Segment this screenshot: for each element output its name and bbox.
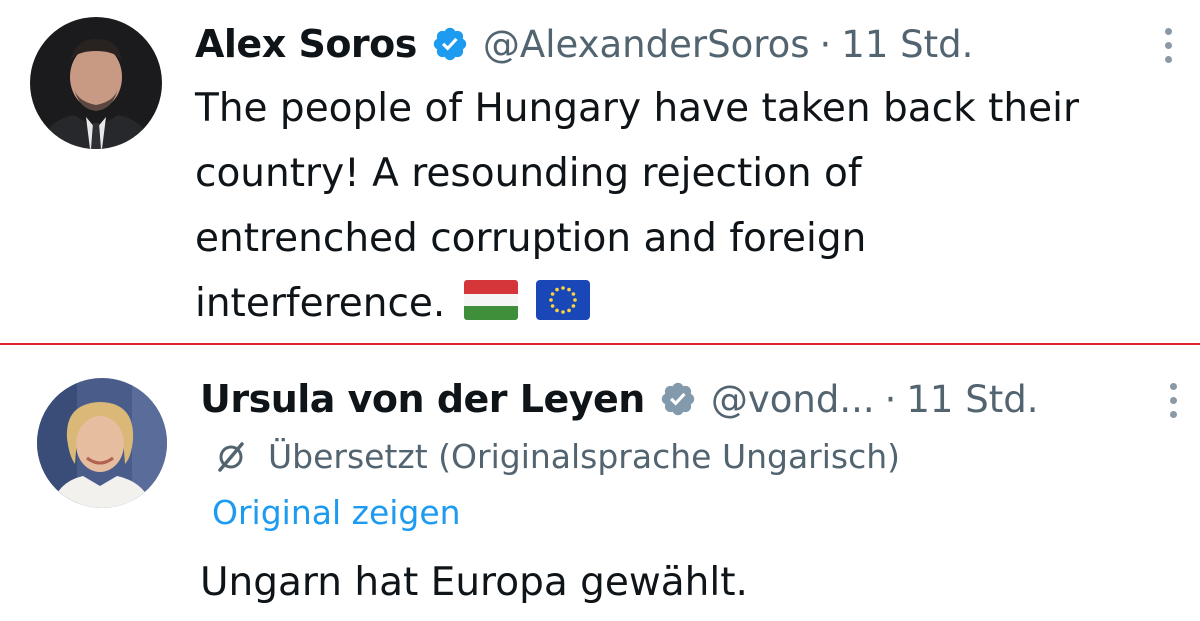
separator-dot: ·: [884, 377, 897, 421]
tweet-header: Ursula von der Leyen @vond... · 11 Std.: [200, 373, 1038, 425]
tweet-text-line: interference.: [195, 281, 446, 326]
tweet-header: Alex Soros @AlexanderSoros · 11 Std.: [195, 18, 973, 70]
author-handle[interactable]: @AlexanderSoros: [483, 23, 810, 66]
author-name[interactable]: Ursula von der Leyen: [200, 377, 645, 421]
tweet-text-line-last: interference.: [195, 271, 1195, 340]
tweet-text-line: country! A resounding rejection of: [195, 151, 862, 196]
verified-badge-icon: [431, 25, 469, 63]
author-handle[interactable]: @vond...: [711, 378, 875, 421]
translation-notice: Übersetzt (Originalsprache Ungarisch): [212, 437, 900, 476]
verified-badge-icon: [659, 380, 697, 418]
translate-icon: [212, 438, 250, 476]
show-original-link[interactable]: Original zeigen: [212, 493, 461, 532]
avatar[interactable]: [37, 378, 167, 508]
timestamp[interactable]: 11 Std.: [841, 23, 973, 66]
translation-notice-text: Übersetzt (Originalsprache Ungarisch): [268, 437, 901, 476]
tweet-ursula-von-der-leyen[interactable]: Ursula von der Leyen @vond... · 11 Std. …: [0, 345, 1200, 621]
separator-dot: ·: [819, 22, 832, 66]
author-name[interactable]: Alex Soros: [195, 22, 417, 66]
tweet-text: Ungarn hat Europa gewählt.: [200, 560, 748, 605]
avatar[interactable]: [30, 17, 162, 149]
tweet-alex-soros[interactable]: Alex Soros @AlexanderSoros · 11 Std. The…: [0, 0, 1200, 343]
tweet-text: The people of Hungary have taken back th…: [195, 76, 1195, 340]
tweet-text-line: entrenched corruption and foreign: [195, 216, 867, 261]
more-options-icon[interactable]: [1165, 28, 1175, 70]
more-options-icon[interactable]: [1170, 383, 1180, 425]
tweet-text-line: The people of Hungary have taken back th…: [195, 86, 1079, 131]
timestamp[interactable]: 11 Std.: [906, 378, 1038, 421]
hungary-flag-icon: [463, 275, 518, 340]
eu-flag-icon: [536, 275, 591, 340]
